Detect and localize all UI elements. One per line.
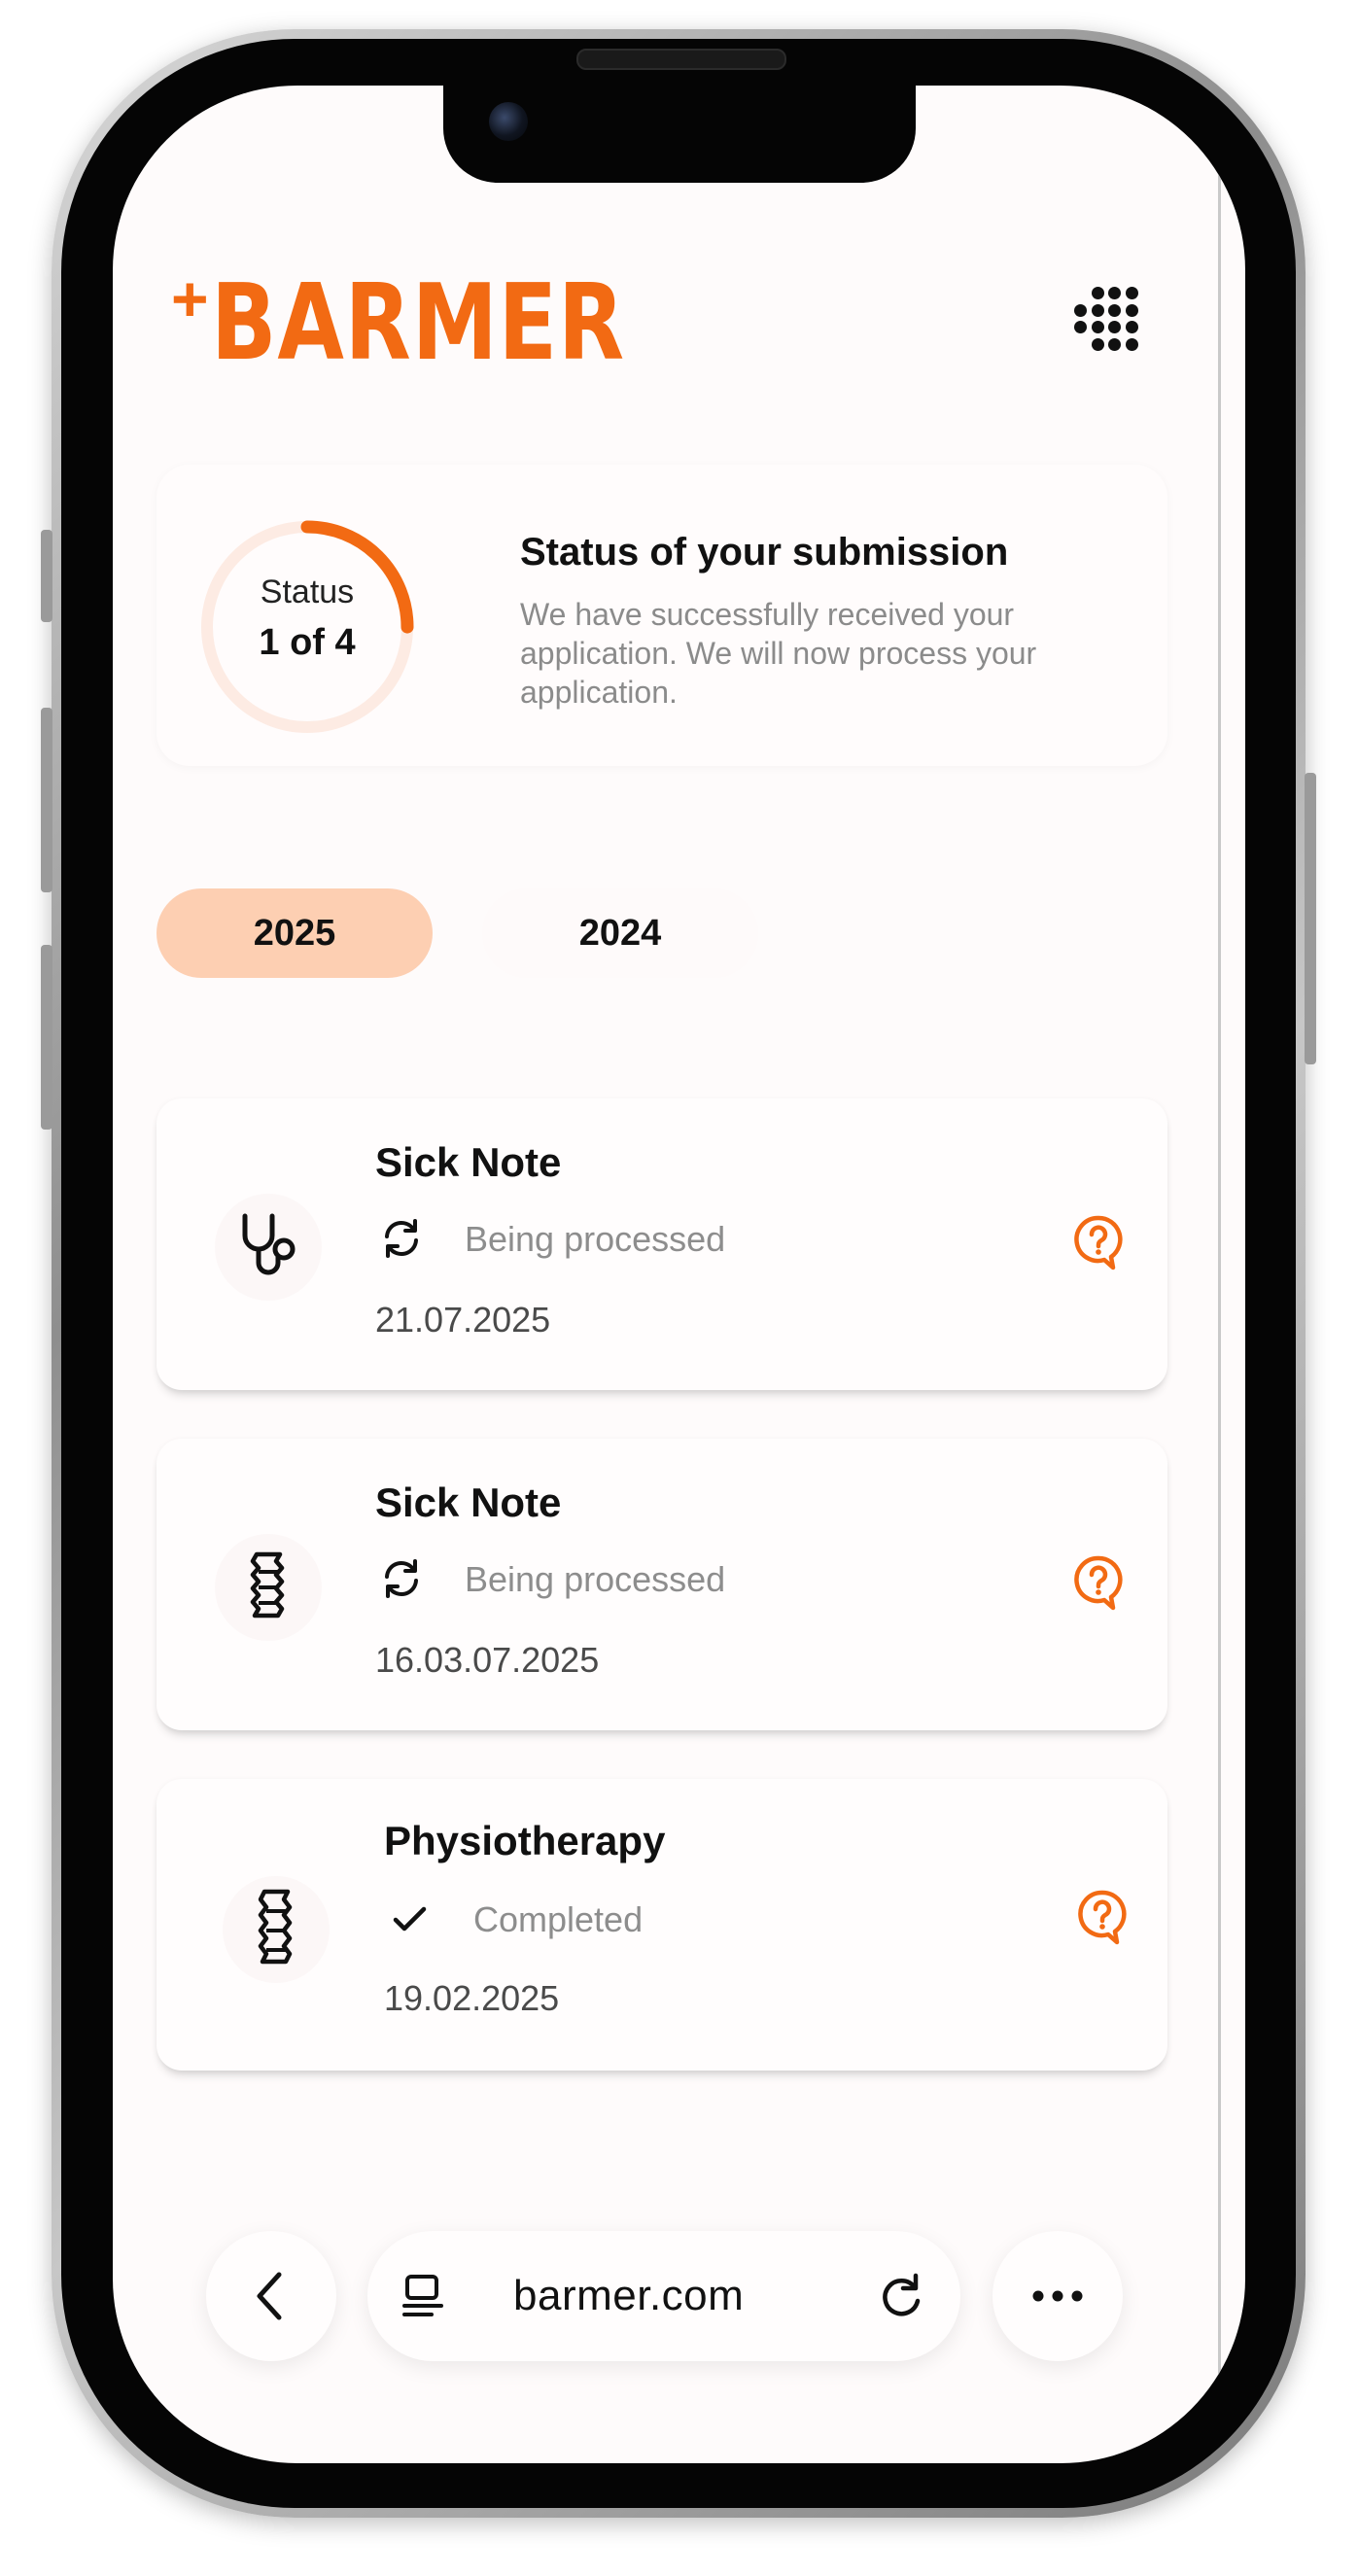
submission-card[interactable]: Physiotherapy Completed 19.02.2025 [157, 1779, 1167, 2071]
submission-date: 19.02.2025 [384, 1978, 560, 2018]
status-card: Status 1 of 4 Status of your submission … [157, 465, 1167, 766]
spine-icon [250, 1551, 285, 1619]
submission-card[interactable]: Sick Note Being processed 16.03.07.2025 [157, 1439, 1167, 1730]
stethoscope-icon [242, 1213, 296, 1275]
submission-status: Being processed [465, 1219, 726, 1259]
check-icon [393, 1906, 427, 1932]
tab-2024[interactable]: 2024 [482, 888, 758, 978]
status-count: 1 of 4 [259, 622, 356, 663]
category-icon-container [215, 1194, 322, 1301]
side-button [41, 945, 52, 1130]
submission-title: Sick Note [375, 1139, 562, 1185]
submission-title: Physiotherapy [384, 1818, 666, 1863]
address-bar[interactable]: barmer.com [367, 2231, 960, 2361]
apps-grid-icon[interactable] [1072, 285, 1140, 353]
scroll-indicator [1218, 173, 1221, 2438]
back-button[interactable] [206, 2231, 336, 2361]
sync-icon [385, 1219, 418, 1258]
help-icon[interactable] [1070, 1553, 1127, 1614]
status-title: Status of your submission [520, 531, 1009, 574]
tab-2025[interactable]: 2025 [157, 888, 433, 978]
category-icon-container [223, 1876, 330, 1983]
logo-plus: + [171, 262, 209, 334]
chevron-left-icon [257, 2272, 282, 2320]
side-button [41, 708, 52, 892]
more-button[interactable] [992, 2231, 1123, 2361]
front-camera [489, 102, 528, 141]
barmer-logo[interactable]: + BARMER [171, 262, 715, 384]
side-button [41, 530, 52, 622]
status-label: Status [260, 574, 355, 610]
reload-icon[interactable] [876, 2270, 928, 2322]
submission-date: 16.03.07.2025 [375, 1640, 600, 1680]
submission-card[interactable]: Sick Note Being processed 21.07.2025 [157, 1098, 1167, 1390]
page-menu-icon[interactable] [399, 2272, 447, 2320]
submission-date: 21.07.2025 [375, 1300, 551, 1340]
spine-icon [258, 1889, 293, 1965]
status-description: We have successfully received your appli… [520, 597, 1037, 710]
help-icon[interactable] [1074, 1888, 1131, 1948]
speaker-grille [576, 49, 786, 70]
category-icon-container [215, 1534, 322, 1641]
help-icon[interactable] [1070, 1213, 1127, 1273]
more-dots-icon [1032, 2290, 1083, 2302]
sync-icon [385, 1559, 418, 1598]
submission-title: Sick Note [375, 1479, 562, 1525]
submission-status: Completed [473, 1899, 644, 1939]
screen: + BARMER Status 1 of 4 Status of your su… [113, 86, 1245, 2463]
url-text[interactable]: barmer.com [513, 2272, 744, 2320]
logo-text: BARMER [210, 262, 625, 384]
submission-status: Being processed [465, 1559, 726, 1599]
side-button [1305, 773, 1316, 1064]
